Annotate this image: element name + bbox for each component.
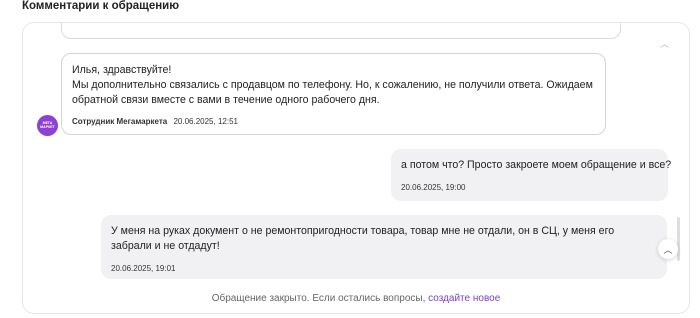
user-message-bubble: У меня на руках документ о не ремонтопри… [101, 215, 667, 279]
section-title: Комментарии к обращению [22, 0, 180, 12]
comments-panel: ︿ Илья, здравствуйте! Мы дополнительно с… [22, 22, 690, 314]
support-message-bubble: Илья, здравствуйте! Мы дополнительно свя… [61, 53, 606, 135]
create-new-link[interactable]: создайте новое [428, 293, 500, 304]
avatar: МЕГА МАРКЕТ [37, 115, 58, 136]
previous-message-bubble [61, 23, 621, 39]
scrollbar[interactable] [677, 217, 680, 261]
scroll-up-button[interactable]: ︿ [658, 239, 678, 259]
message-meta: Сотрудник Мегамаркета 20.06.2025, 12:51 [72, 117, 238, 126]
chevron-up-icon[interactable]: ︿ [660, 37, 669, 50]
avatar-logo-text: МЕГА МАРКЕТ [40, 120, 55, 129]
message-time: 20.06.2025, 12:51 [173, 117, 238, 126]
closed-notice: Обращение закрыто. Если остались вопросы… [23, 293, 689, 304]
message-sender: Сотрудник Мегамаркета [72, 117, 168, 126]
closed-text: Обращение закрыто. Если остались вопросы… [211, 293, 426, 304]
message-text: У меня на руках документ о не ремонтопри… [111, 225, 615, 252]
user-message-bubble: а потом что? Просто закроете моем обраще… [391, 149, 672, 201]
message-time: 20.06.2025, 19:01 [111, 264, 176, 273]
message-time: 20.06.2025, 19:00 [401, 183, 466, 192]
message-text: а потом что? Просто закроете моем обраще… [401, 159, 672, 171]
message-text: Илья, здравствуйте! Мы дополнительно свя… [72, 64, 593, 106]
chevron-up-icon: ︿ [663, 244, 673, 255]
